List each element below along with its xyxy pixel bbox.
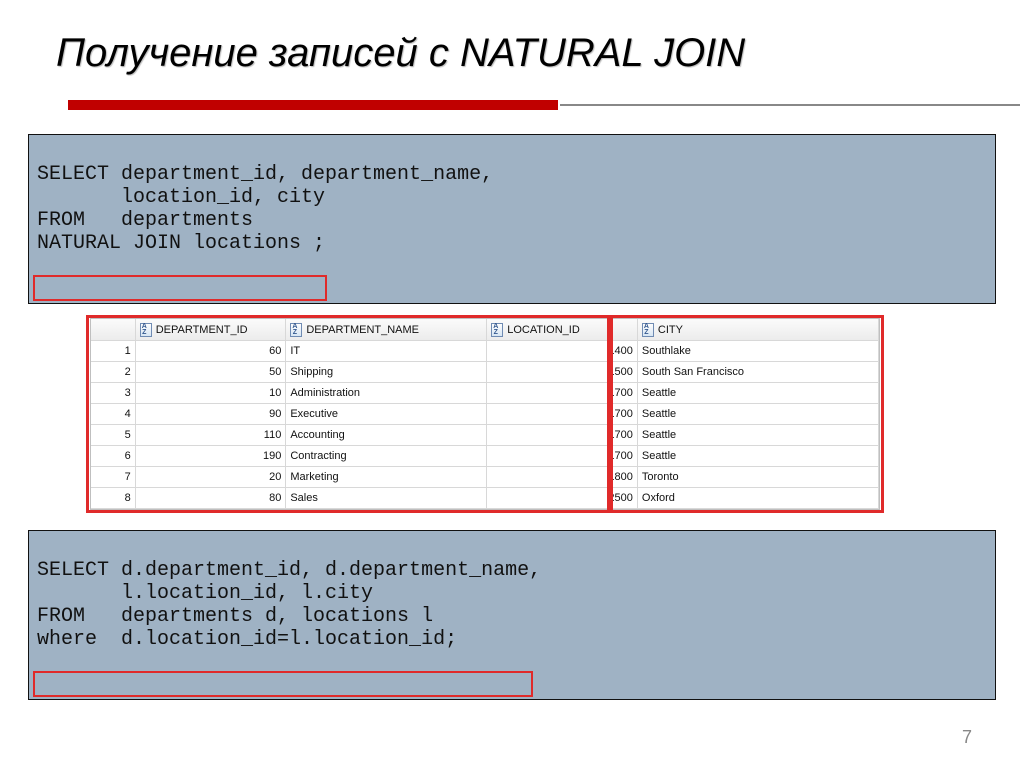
sql-box-1: SELECT department_id, department_name, l… [28, 134, 996, 304]
cell-dept-id: 80 [135, 487, 286, 508]
cell-loc-id: 1400 [487, 340, 638, 361]
sql1-line4: NATURAL JOIN locations ; [37, 232, 325, 255]
cell-city: Seattle [637, 382, 878, 403]
cell-dept-name: Shipping [286, 361, 487, 382]
cell-dept-id: 20 [135, 466, 286, 487]
sql1-line2: location_id, city [37, 186, 325, 209]
cell-city: Southlake [637, 340, 878, 361]
cell-city: Seattle [637, 445, 878, 466]
cell-loc-id: 2500 [487, 487, 638, 508]
sort-icon [290, 323, 302, 337]
cell-dept-id: 10 [135, 382, 286, 403]
sort-icon [140, 323, 152, 337]
header-loc-id: LOCATION_ID [507, 324, 580, 336]
table-row: 720Marketing1800Toronto [91, 466, 879, 487]
sql-box-2: SELECT d.department_id, d.department_nam… [28, 530, 996, 700]
sort-icon [491, 323, 503, 337]
sql1-line3: FROM departments [37, 209, 253, 232]
cell-city: Seattle [637, 403, 878, 424]
cell-loc-id: 1700 [487, 424, 638, 445]
cell-dept-id: 190 [135, 445, 286, 466]
cell-loc-id: 1500 [487, 361, 638, 382]
sort-icon [642, 323, 654, 337]
table-row: 160IT1400Southlake [91, 340, 879, 361]
table-row: 310Administration1700Seattle [91, 382, 879, 403]
sql2-line4: where d.location_id=l.location_id; [37, 628, 457, 651]
highlight-natural-join [33, 275, 327, 301]
cell-city: Seattle [637, 424, 878, 445]
cell-rownum: 3 [91, 382, 135, 403]
cell-dept-name: Accounting [286, 424, 487, 445]
cell-loc-id: 1700 [487, 382, 638, 403]
cell-dept-id: 60 [135, 340, 286, 361]
cell-rownum: 1 [91, 340, 135, 361]
cell-city: Oxford [637, 487, 878, 508]
cell-dept-name: Marketing [286, 466, 487, 487]
header-dept-name: DEPARTMENT_NAME [306, 324, 419, 336]
table-header-row: DEPARTMENT_ID DEPARTMENT_NAME LOCATION_I… [91, 319, 879, 340]
cell-dept-id: 90 [135, 403, 286, 424]
cell-rownum: 8 [91, 487, 135, 508]
page-number: 7 [962, 727, 972, 748]
sql2-line2: l.location_id, l.city [37, 582, 373, 605]
cell-loc-id: 1700 [487, 445, 638, 466]
result-table-wrap: DEPARTMENT_ID DEPARTMENT_NAME LOCATION_I… [90, 318, 880, 510]
cell-rownum: 4 [91, 403, 135, 424]
table-row: 490Executive1700Seattle [91, 403, 879, 424]
cell-dept-name: Sales [286, 487, 487, 508]
sql2-line3: FROM departments d, locations l [37, 605, 433, 628]
result-table: DEPARTMENT_ID DEPARTMENT_NAME LOCATION_I… [91, 319, 879, 509]
sql1-line1: SELECT department_id, department_name, [37, 163, 493, 186]
cell-rownum: 7 [91, 466, 135, 487]
cell-city: Toronto [637, 466, 878, 487]
header-city: CITY [658, 324, 683, 336]
table-row: 250Shipping1500South San Francisco [91, 361, 879, 382]
table-row: 880Sales2500Oxford [91, 487, 879, 508]
cell-dept-name: Executive [286, 403, 487, 424]
cell-dept-name: IT [286, 340, 487, 361]
title-underline [28, 100, 996, 114]
highlight-where-clause [33, 671, 533, 697]
cell-rownum: 2 [91, 361, 135, 382]
cell-rownum: 6 [91, 445, 135, 466]
cell-city: South San Francisco [637, 361, 878, 382]
table-row: 6190Contracting1700Seattle [91, 445, 879, 466]
table-row: 5110Accounting1700Seattle [91, 424, 879, 445]
slide-title: Получение записей с NATURAL JOIN [56, 30, 996, 76]
cell-loc-id: 1800 [487, 466, 638, 487]
header-dept-id: DEPARTMENT_ID [156, 324, 248, 336]
cell-rownum: 5 [91, 424, 135, 445]
sql2-line1: SELECT d.department_id, d.department_nam… [37, 559, 541, 582]
cell-loc-id: 1700 [487, 403, 638, 424]
cell-dept-name: Administration [286, 382, 487, 403]
cell-dept-id: 110 [135, 424, 286, 445]
cell-dept-name: Contracting [286, 445, 487, 466]
cell-dept-id: 50 [135, 361, 286, 382]
